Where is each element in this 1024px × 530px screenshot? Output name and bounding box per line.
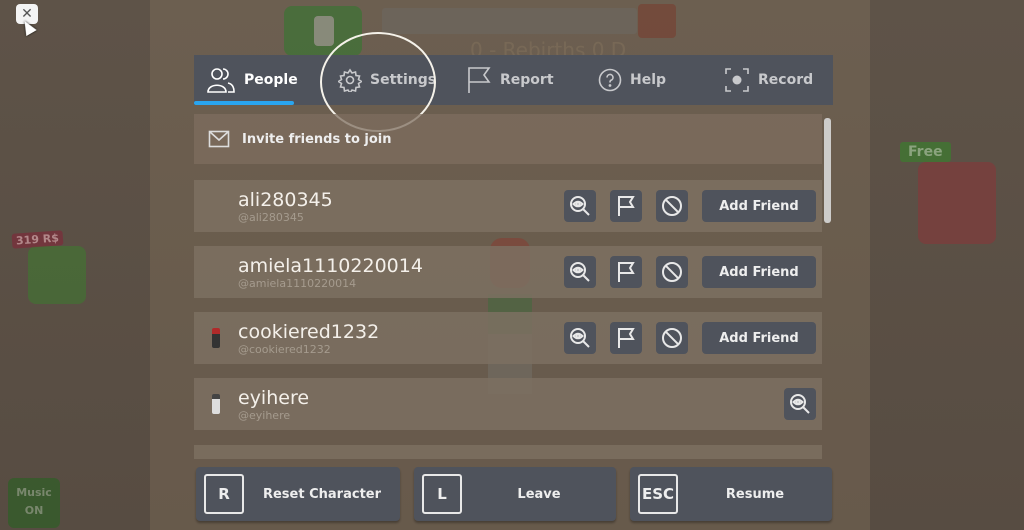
invite-friends-button[interactable]: Invite friends to join: [194, 114, 822, 164]
block-player-button[interactable]: [656, 256, 688, 288]
tab-settings[interactable]: Settings: [324, 55, 454, 105]
player-row-partial: [194, 445, 822, 459]
inspect-icon: [790, 394, 810, 414]
button-label: Resume: [725, 486, 785, 502]
menu-tabs: People Settings Report Help Record: [194, 55, 833, 105]
block-icon: [662, 262, 682, 282]
report-player-button[interactable]: [610, 322, 642, 354]
report-player-button[interactable]: [610, 256, 642, 288]
add-friend-button[interactable]: Add Friend: [702, 256, 816, 288]
player-username: @cookiered1232: [238, 342, 331, 356]
tab-people[interactable]: People: [194, 55, 324, 105]
tab-label: Record: [758, 72, 814, 88]
tab-help[interactable]: Help: [584, 55, 712, 105]
tab-label: People: [244, 72, 298, 88]
tab-label: Settings: [370, 72, 437, 88]
shop-item-right: [918, 162, 996, 244]
button-label: Leave: [517, 486, 561, 502]
flag-icon: [618, 262, 635, 282]
player-username: @amiela1110220014: [238, 276, 357, 290]
bottom-action-bar: R Reset Character L Leave ESC Resume: [194, 467, 834, 523]
flag-icon: [618, 196, 635, 216]
record-icon: [725, 68, 749, 92]
player-display-name: eyihere: [238, 386, 310, 409]
player-list-scrollbar[interactable]: [824, 118, 831, 223]
player-row: amiela1110220014 @amiela1110220014 Add F…: [194, 246, 822, 298]
inspect-icon: [570, 196, 590, 216]
inspect-button[interactable]: [564, 190, 596, 222]
player-display-name: amiela1110220014: [238, 254, 423, 277]
inspect-button[interactable]: [784, 388, 816, 420]
inspect-icon: [570, 328, 590, 348]
block-player-button[interactable]: [656, 322, 688, 354]
tab-report[interactable]: Report: [454, 55, 584, 105]
keybind-badge: L: [422, 474, 462, 514]
player-display-name: cookiered1232: [238, 320, 380, 343]
block-icon: [662, 196, 682, 216]
player-thumbnail: [194, 378, 238, 430]
player-row: eyihere @eyihere: [194, 378, 822, 430]
running-man-icon: [284, 6, 362, 56]
flag-icon: [468, 67, 491, 93]
block-icon: [662, 328, 682, 348]
player-username: @eyihere: [238, 408, 291, 422]
invite-label: Invite friends to join: [242, 131, 392, 147]
tab-label: Help: [630, 72, 667, 88]
active-tab-indicator: [194, 101, 294, 105]
tab-record[interactable]: Record: [712, 55, 833, 105]
player-display-name: ali280345: [238, 188, 333, 211]
music-label: Music: [16, 486, 52, 499]
block-player-button[interactable]: [656, 190, 688, 222]
game-top-bar: [382, 8, 637, 34]
mail-icon: [208, 130, 230, 148]
flag-icon: [618, 328, 635, 348]
player-thumbnail: [194, 180, 238, 232]
help-icon: [598, 68, 622, 92]
report-player-button[interactable]: [610, 190, 642, 222]
music-state: ON: [24, 504, 44, 517]
reset-character-button[interactable]: R Reset Character: [196, 467, 400, 521]
player-row: ali280345 @ali280345 Add Friend: [194, 180, 822, 232]
add-friend-button[interactable]: Add Friend: [702, 322, 816, 354]
player-row: cookiered1232 @cookiered1232 Add Friend: [194, 312, 822, 364]
inspect-icon: [570, 262, 590, 282]
inspect-button[interactable]: [564, 322, 596, 354]
player-thumbnail: [194, 246, 238, 298]
music-toggle: Music ON: [8, 478, 60, 528]
add-friend-button[interactable]: Add Friend: [702, 190, 816, 222]
gear-icon: [338, 68, 362, 92]
gift-icon: [638, 4, 676, 38]
player-username: @ali280345: [238, 210, 304, 224]
resume-button[interactable]: ESC Resume: [630, 467, 832, 521]
tab-label: Report: [500, 72, 554, 88]
shop-item-left: [28, 246, 86, 304]
keybind-badge: ESC: [638, 474, 678, 514]
free-badge: Free: [900, 142, 951, 162]
keybind-badge: R: [204, 474, 244, 514]
button-label: Reset Character: [262, 486, 382, 502]
leave-button[interactable]: L Leave: [414, 467, 616, 521]
people-icon: [207, 68, 235, 93]
inspect-button[interactable]: [564, 256, 596, 288]
player-thumbnail: [194, 312, 238, 364]
